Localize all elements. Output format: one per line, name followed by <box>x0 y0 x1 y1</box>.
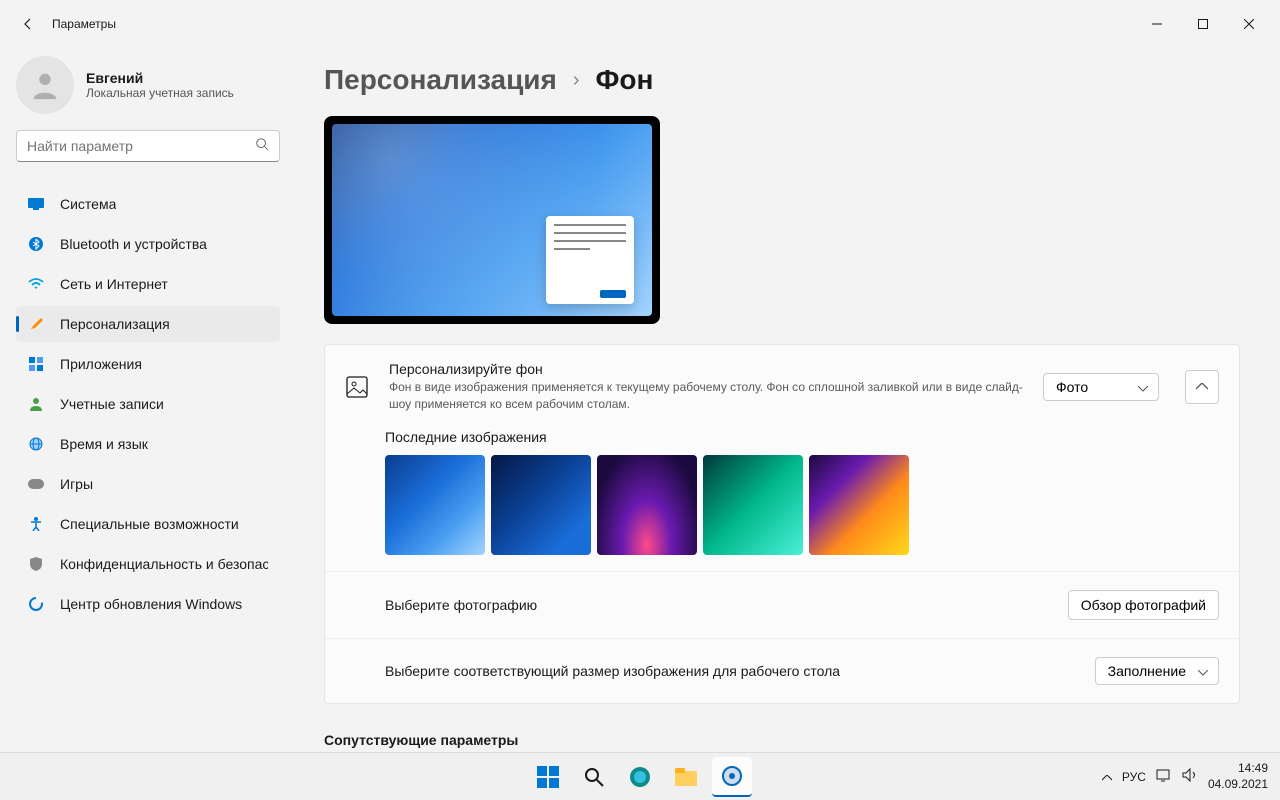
search-input[interactable] <box>27 138 255 154</box>
nav-privacy[interactable]: Конфиденциальность и безопасность <box>16 546 280 582</box>
main-content: Персонализация › Фон Персонализируйте фо… <box>300 48 1280 752</box>
wallpaper-thumb[interactable] <box>703 455 803 555</box>
breadcrumb-current: Фон <box>596 64 654 96</box>
user-block[interactable]: Евгений Локальная учетная запись <box>16 56 292 114</box>
breadcrumb: Персонализация › Фон <box>324 64 1240 96</box>
recent-images-label: Последние изображения <box>385 429 1219 445</box>
brush-icon <box>28 316 44 332</box>
tray-chevron-icon[interactable] <box>1102 770 1112 784</box>
nav-windows-update[interactable]: Центр обновления Windows <box>16 586 280 622</box>
titlebar: Параметры <box>0 0 1280 48</box>
nav-apps[interactable]: Приложения <box>16 346 280 382</box>
wallpaper-thumb[interactable] <box>491 455 591 555</box>
apps-icon <box>28 356 44 372</box>
wifi-icon <box>28 276 44 292</box>
update-icon <box>28 596 44 612</box>
start-button[interactable] <box>528 757 568 797</box>
fit-dropdown[interactable]: Заполнение <box>1095 657 1219 685</box>
chevron-down-icon <box>1138 379 1148 395</box>
shield-icon <box>28 556 44 572</box>
tray-clock[interactable]: 14:49 04.09.2021 <box>1208 761 1268 792</box>
background-type-dropdown[interactable]: Фото <box>1043 373 1159 401</box>
wallpaper-thumb[interactable] <box>597 455 697 555</box>
window-title: Параметры <box>52 17 116 31</box>
desktop-preview <box>324 116 660 324</box>
minimize-button[interactable] <box>1134 8 1180 40</box>
wallpaper-thumb[interactable] <box>385 455 485 555</box>
user-name: Евгений <box>86 70 234 86</box>
tray-network-icon[interactable] <box>1156 768 1172 785</box>
card-description: Фон в виде изображения применяется к тек… <box>389 379 1023 413</box>
preview-window-mock <box>546 216 634 304</box>
taskbar-explorer[interactable] <box>666 757 706 797</box>
taskbar-edge[interactable] <box>620 757 660 797</box>
avatar <box>16 56 74 114</box>
user-subtitle: Локальная учетная запись <box>86 86 234 100</box>
fit-label: Выберите соответствующий размер изображе… <box>385 663 1095 679</box>
wallpaper-thumb[interactable] <box>809 455 909 555</box>
nav-bluetooth[interactable]: Bluetooth и устройства <box>16 226 280 262</box>
related-settings-heading: Сопутствующие параметры <box>324 732 1240 748</box>
choose-photo-label: Выберите фотографию <box>385 597 1068 613</box>
accessibility-icon <box>28 516 44 532</box>
chevron-right-icon: › <box>573 69 580 92</box>
bluetooth-icon <box>28 236 44 252</box>
recent-thumbnails <box>385 455 1219 555</box>
nav-time-language[interactable]: Время и язык <box>16 426 280 462</box>
window-controls <box>1134 8 1272 40</box>
nav-list: Система Bluetooth и устройства Сеть и Ин… <box>16 186 292 622</box>
picture-icon <box>345 375 369 399</box>
sidebar: Евгений Локальная учетная запись Система… <box>0 48 300 752</box>
person-icon <box>28 396 44 412</box>
tray-language[interactable]: РУС <box>1122 770 1146 784</box>
nav-accounts[interactable]: Учетные записи <box>16 386 280 422</box>
globe-icon <box>28 436 44 452</box>
nav-accessibility[interactable]: Специальные возможности <box>16 506 280 542</box>
nav-network[interactable]: Сеть и Интернет <box>16 266 280 302</box>
chevron-down-icon <box>1198 663 1208 679</box>
personalize-background-card: Персонализируйте фон Фон в виде изображе… <box>324 344 1240 704</box>
browse-photos-button[interactable]: Обзор фотографий <box>1068 590 1219 620</box>
card-title: Персонализируйте фон <box>389 361 1023 377</box>
nav-system[interactable]: Система <box>16 186 280 222</box>
display-icon <box>28 196 44 212</box>
tray-volume-icon[interactable] <box>1182 768 1198 785</box>
close-button[interactable] <box>1226 8 1272 40</box>
collapse-button[interactable] <box>1185 370 1219 404</box>
taskbar: РУС 14:49 04.09.2021 <box>0 752 1280 800</box>
nav-personalization[interactable]: Персонализация <box>16 306 280 342</box>
gamepad-icon <box>28 476 44 492</box>
nav-gaming[interactable]: Игры <box>16 466 280 502</box>
back-button[interactable] <box>8 4 48 44</box>
search-icon <box>255 137 269 156</box>
search-box[interactable] <box>16 130 280 162</box>
maximize-button[interactable] <box>1180 8 1226 40</box>
taskbar-search-button[interactable] <box>574 757 614 797</box>
taskbar-settings[interactable] <box>712 757 752 797</box>
system-tray: РУС 14:49 04.09.2021 <box>1102 761 1280 792</box>
breadcrumb-parent[interactable]: Персонализация <box>324 64 557 96</box>
